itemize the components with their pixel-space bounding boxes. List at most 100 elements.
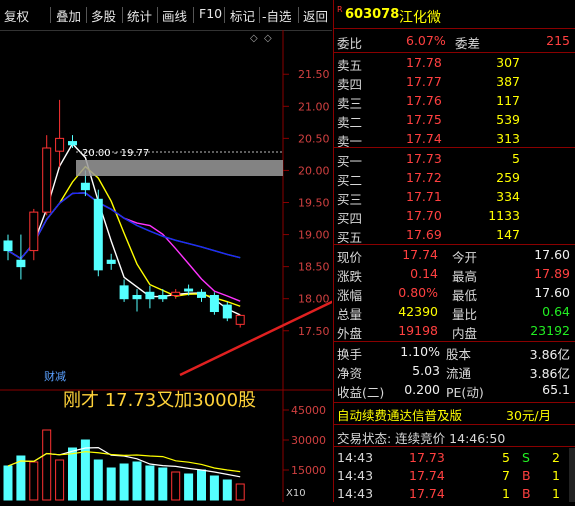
range-highlight [76, 160, 283, 176]
fin-value: 1.10% [400, 344, 440, 359]
candle-body [29, 211, 39, 252]
ask-volume: 307 [496, 55, 520, 70]
ask-volume: 313 [496, 131, 520, 146]
toolbar-huaxian[interactable]: 画线 [162, 6, 187, 25]
tick-volume: 5 [502, 450, 510, 465]
tick-volume: 1 [502, 486, 510, 501]
quote-row: 涨幅 0.80% 最低 17.60 [334, 283, 575, 304]
candle-body [68, 141, 77, 146]
toolbar-diejia[interactable]: 叠加 [56, 6, 81, 25]
volume-bar [3, 465, 13, 501]
stat-value: 42390 [398, 304, 438, 319]
price-label: 21.00 [298, 100, 330, 113]
toolbar-separator [193, 7, 194, 23]
toolbar-zixuan[interactable]: -自选 [262, 6, 292, 25]
tick-side: B [522, 468, 531, 483]
toolbar-fuquan[interactable]: 复权 [4, 6, 29, 25]
tick-scrollbar[interactable] [569, 448, 575, 502]
candle-body [119, 285, 129, 300]
volume-bar [132, 461, 142, 501]
bid-price: 17.72 [406, 170, 442, 185]
volume-label: 45000 [291, 404, 326, 417]
range-label: 20.00 - 19.77 [82, 148, 149, 159]
weicha-label: 委差 [455, 36, 481, 51]
candle-body [209, 294, 219, 313]
tick-time: 14:43 [337, 486, 374, 501]
bid-price: 17.69 [406, 227, 442, 242]
quote-row: 净资 5.03 流通 3.86亿 [334, 361, 575, 382]
candle-body [158, 294, 168, 300]
fin-value: 65.1 [542, 382, 570, 397]
quote-row: 换手 1.10% 股本 3.86亿 [334, 342, 575, 363]
quote-row: 买一 17.73 5 [334, 149, 575, 170]
volume-label: 30000 [291, 434, 326, 447]
toolbar-separator [224, 7, 225, 23]
candle-body [80, 182, 90, 191]
toolbar-duogu[interactable]: 多股 [91, 6, 116, 25]
promo-text[interactable]: 自动续费通达信普及版 [337, 405, 462, 424]
ask-price: 17.75 [406, 112, 442, 127]
stock-name: 江化微 [399, 10, 441, 26]
volume-multiplier: X10 [286, 488, 306, 499]
promo-row[interactable]: 自动续费通达信普及版 30元/月 [334, 403, 575, 424]
volume-label: 15000 [291, 464, 326, 477]
bid-volume: 147 [496, 227, 520, 242]
volume-bar [55, 459, 65, 501]
volume-bar [119, 463, 129, 501]
volume-bar [184, 473, 194, 501]
volume-bar [42, 429, 52, 501]
ask-volume: 117 [496, 93, 520, 108]
toolbar-fanhui[interactable]: 返回 [303, 6, 328, 25]
toolbar-f10[interactable]: F10 [199, 6, 222, 21]
diamond-icon[interactable]: ◇ [264, 33, 272, 44]
kline-svg: ◇ ◇ 21.50 21.00 20.50 20.00 19.50 19.00 18.50 1… [0, 30, 405, 502]
bid-volume: 259 [496, 170, 520, 185]
quote-row: 卖二 17.75 539 [334, 110, 575, 131]
volume-bar [29, 461, 39, 501]
stat-value: 17.89 [534, 266, 570, 281]
bid-price: 17.71 [406, 189, 442, 204]
toolbar-biaoji[interactable]: 标记 [230, 6, 255, 25]
toolbar-tongji[interactable]: 统计 [127, 6, 152, 25]
toolbar-separator [157, 7, 158, 23]
candle-body [93, 198, 103, 271]
price-label: 17.50 [298, 325, 330, 338]
quote-row: 外盘 19198 内盘 23192 [334, 321, 575, 342]
ask-price: 17.74 [406, 131, 442, 146]
volume-bar [106, 467, 116, 501]
bid-price: 17.70 [406, 208, 442, 223]
weibi-label: 委比 [337, 36, 363, 51]
volume-bar [171, 471, 181, 501]
tick-price: 17.73 [409, 450, 445, 465]
fin-value: 5.03 [412, 363, 440, 378]
tick-volume: 7 [502, 468, 510, 483]
volume-bar [209, 475, 219, 501]
ask-volume: 387 [496, 74, 520, 89]
event-label[interactable]: 财减 [44, 369, 66, 383]
stat-value: 0.80% [398, 285, 438, 300]
bid-volume: 5 [512, 151, 520, 166]
stat-value: 0.14 [410, 266, 438, 281]
tick-side: S [522, 450, 530, 465]
tick-time: 14:43 [337, 468, 374, 483]
toolbar-separator [50, 7, 51, 23]
price-label: 19.50 [298, 197, 330, 210]
code-mark: R [337, 5, 343, 14]
toolbar-separator [259, 7, 260, 23]
stock-code: 603078 [345, 7, 400, 22]
stat-value: 23192 [530, 323, 570, 338]
price-label: 18.00 [298, 293, 330, 306]
stat-label: 外盘 [337, 326, 363, 341]
trade-status: 交易状态: 连续竞价 14:46:50 [337, 431, 506, 446]
tick-side: B [522, 486, 531, 501]
candle-body [42, 147, 52, 213]
promo-price[interactable]: 30元/月 [506, 405, 551, 424]
kline-chart[interactable]: ◇ ◇ 21.50 21.00 20.50 20.00 19.50 19.00 18.50 1… [0, 30, 405, 502]
stat-value: 19198 [398, 323, 438, 338]
volume-bar [222, 479, 232, 501]
quote-row: 涨跌 0.14 最高 17.89 [334, 264, 575, 285]
diamond-icon[interactable]: ◇ [250, 33, 258, 44]
quote-row: 卖四 17.77 387 [334, 72, 575, 93]
price-label: 20.50 [298, 132, 330, 145]
volume-bar [197, 469, 206, 501]
